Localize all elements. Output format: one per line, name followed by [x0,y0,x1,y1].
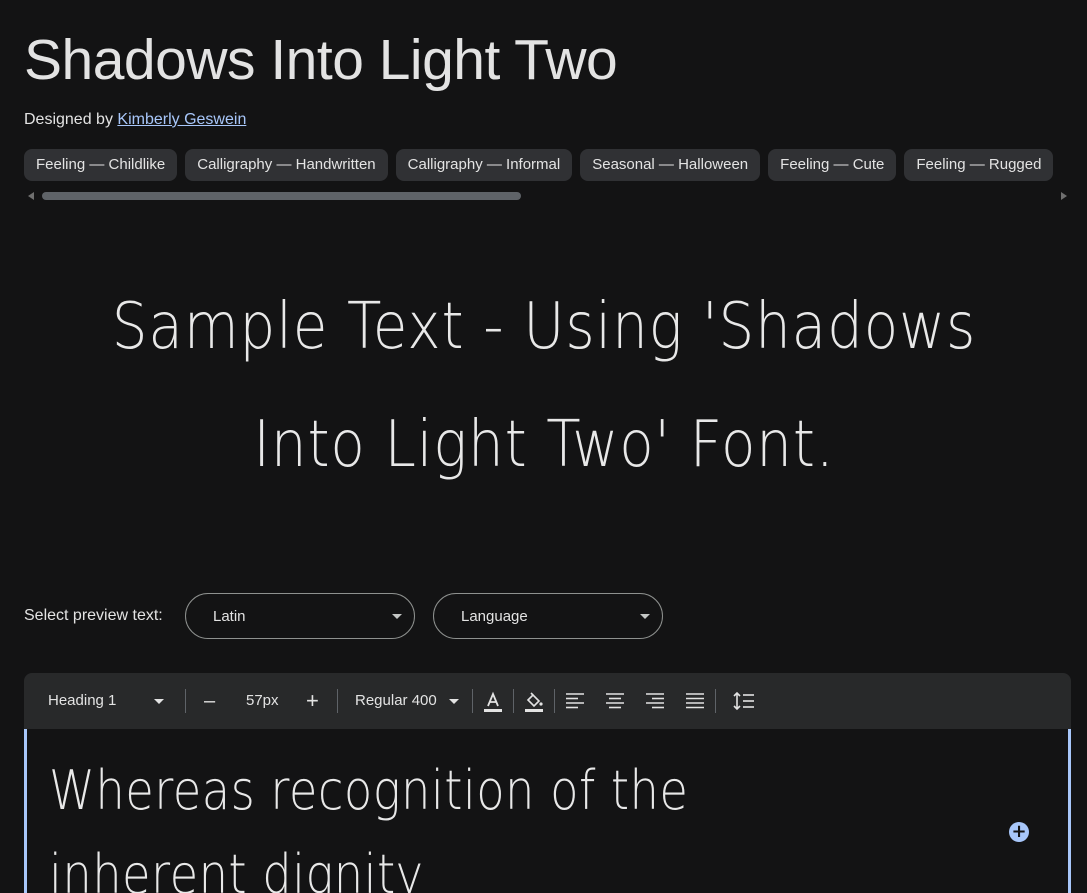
toolbar-divider [472,689,473,713]
align-left-icon[interactable] [565,691,585,711]
designer-link[interactable]: Kimberly Geswein [117,111,246,128]
editor-text[interactable]: Whereas recognition of the inherent dign… [49,749,823,893]
text-color-icon[interactable] [482,691,504,713]
preview-editor[interactable]: Whereas recognition of the inherent dign… [24,729,1071,893]
sample-line-2: Into Light Two' Font. [253,408,835,482]
editor-toolbar: Heading 1 – 57px + Regular 400 [24,673,1071,729]
tag-chip[interactable]: Feeling — Cute [768,149,897,181]
tag-chip[interactable]: Feeling — Childlike [24,149,178,181]
font-size-value[interactable]: 57px [246,673,279,729]
highlight-color-icon[interactable] [523,691,545,713]
tag-scrollbar[interactable] [24,189,1071,203]
tag-list: Feeling — Childlike Calligraphy — Handwri… [24,149,1064,181]
preview-text-label: Select preview text: [24,607,163,624]
language-select-value: Language [461,608,528,625]
language-select[interactable]: Language [433,593,663,639]
script-select-value: Latin [213,608,246,625]
tag-chip[interactable]: Calligraphy — Informal [395,149,573,181]
align-center-icon[interactable] [605,691,625,711]
font-page: Shadows Into Light Two Designed by Kimbe… [0,0,1087,893]
align-right-icon[interactable] [645,691,665,711]
dropdown-caret-icon [449,699,459,704]
add-circle-icon[interactable]: + [1009,822,1029,842]
designer-line: Designed by Kimberly Geswein [24,110,246,130]
weight-select[interactable]: Regular 400 [355,673,459,729]
decrease-size-button[interactable]: – [204,673,215,729]
toolbar-divider [185,689,186,713]
toolbar-divider [513,689,514,713]
dropdown-caret-icon [154,699,164,704]
line-height-icon[interactable] [733,691,755,711]
toolbar-divider [337,689,338,713]
tag-chip[interactable]: Feeling — Rugged [904,149,1054,181]
toolbar-divider [554,689,555,713]
align-justify-icon[interactable] [685,691,705,711]
scroll-right-icon[interactable] [1061,192,1067,200]
dropdown-caret-icon [640,614,650,619]
style-select-value: Heading 1 [48,692,117,709]
dropdown-caret-icon [392,614,402,619]
font-sample: Sample Text - Using 'Shadows Into Light … [86,268,1001,504]
weight-select-value: Regular 400 [355,692,437,709]
tag-chip[interactable]: Calligraphy — Handwritten [185,149,388,181]
page-title: Shadows Into Light Two [24,28,618,92]
designed-by-label: Designed by [24,111,113,128]
toolbar-divider [715,689,716,713]
sample-line-1: Sample Text - Using 'Shadows [111,290,977,364]
script-select[interactable]: Latin [185,593,415,639]
scroll-left-icon[interactable] [28,192,34,200]
tag-chip[interactable]: Seasonal — Halloween [580,149,761,181]
scroll-thumb[interactable] [42,192,521,200]
increase-size-button[interactable]: + [306,673,319,729]
style-select[interactable]: Heading 1 [48,673,166,729]
